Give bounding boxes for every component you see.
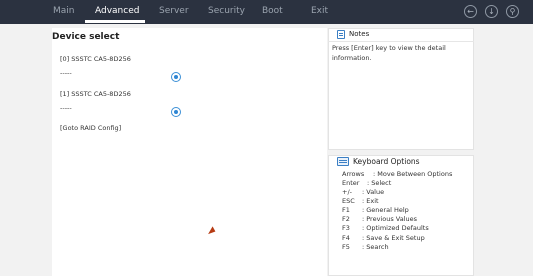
notes-icon xyxy=(337,30,345,39)
device-item-1[interactable]: [1] SSSTC CA5-8D256 xyxy=(60,90,131,98)
kb-desc: : Save & Exit Setup xyxy=(362,234,425,242)
kb-key: ESC xyxy=(342,197,355,205)
device-item-1-sub: ----- xyxy=(60,104,72,112)
kb-key: F2 xyxy=(342,215,350,223)
tab-advanced[interactable]: Advanced xyxy=(95,6,139,16)
kb-key: F5 xyxy=(342,243,350,251)
device-1-radio[interactable] xyxy=(171,107,181,117)
kb-desc: : Search xyxy=(362,243,389,251)
kb-key: Arrows xyxy=(342,170,365,178)
keyboard-icon xyxy=(337,157,349,166)
page-title: Device select xyxy=(52,32,120,42)
keyboard-options-title: Keyboard Options xyxy=(353,157,420,166)
kb-key: F3 xyxy=(342,224,350,232)
kb-key: F4 xyxy=(342,234,350,242)
main-panel xyxy=(52,28,327,276)
kb-desc: : Exit xyxy=(362,197,379,205)
kb-desc: : Optimized Defaults xyxy=(362,224,429,232)
search-icon[interactable]: ⚲ xyxy=(506,5,519,18)
goto-raid-config-link[interactable]: [Goto RAID Config] xyxy=(60,124,121,132)
save-icon[interactable]: ↓ xyxy=(485,5,498,18)
tab-main[interactable]: Main xyxy=(53,6,75,16)
kb-key: F1 xyxy=(342,206,350,214)
tab-security[interactable]: Security xyxy=(208,6,245,16)
notes-divider xyxy=(328,41,474,42)
device-0-radio[interactable] xyxy=(171,72,181,82)
device-item-0-sub: ----- xyxy=(60,69,72,77)
kb-desc: : Value xyxy=(362,188,385,196)
notes-text: Press [Enter] key to view the detail inf… xyxy=(332,44,446,62)
kb-desc: : Move Between Options xyxy=(373,170,453,178)
back-icon[interactable]: ← xyxy=(464,5,477,18)
top-menu-bar: Main Advanced Server Security Boot Exit … xyxy=(0,0,533,24)
kb-key: +/- xyxy=(342,188,352,196)
tab-boot[interactable]: Boot xyxy=(262,6,283,16)
tab-exit[interactable]: Exit xyxy=(311,6,328,16)
kb-desc: : Previous Values xyxy=(362,215,418,223)
kb-desc: : General Help xyxy=(362,206,409,214)
device-item-0[interactable]: [0] SSSTC CA5-8D256 xyxy=(60,55,131,63)
tab-server[interactable]: Server xyxy=(159,6,189,16)
kb-key: Enter xyxy=(342,179,360,187)
kb-desc: : Select xyxy=(367,179,392,187)
active-tab-indicator xyxy=(85,20,145,23)
notes-title: Notes xyxy=(349,30,370,38)
